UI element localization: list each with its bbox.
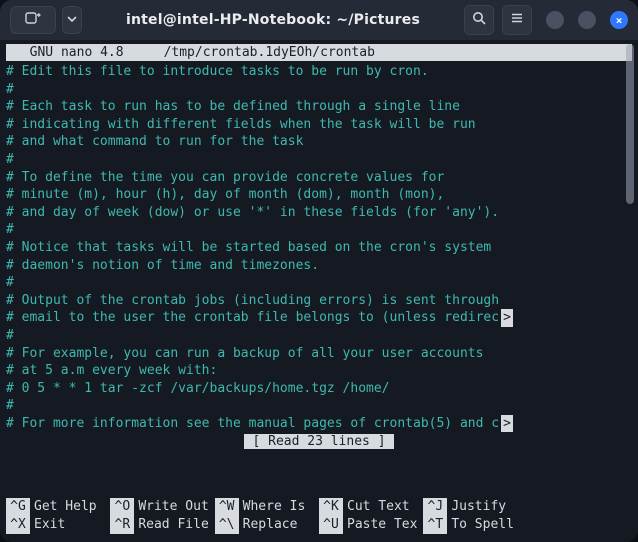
editor-line: # daemon's notion of time and timezones. bbox=[6, 257, 632, 275]
nano-file-path: /tmp/crontab.1dyEOh/crontab bbox=[164, 45, 375, 60]
line-truncation-indicator: > bbox=[501, 309, 513, 327]
shortcut-label: Write Out bbox=[138, 498, 208, 516]
search-button[interactable] bbox=[464, 5, 494, 35]
editor-line: # bbox=[6, 397, 632, 415]
editor-line: # Notice that tasks will be started base… bbox=[6, 239, 632, 257]
shortcut-item: ^OWrite Out bbox=[110, 498, 214, 516]
titlebar-left-controls bbox=[10, 6, 82, 34]
shortcut-label: Exit bbox=[34, 516, 65, 534]
shortcut-key: ^O bbox=[110, 498, 134, 516]
close-icon: × bbox=[616, 14, 623, 27]
close-button[interactable]: × bbox=[610, 11, 628, 29]
shortcut-key: ^R bbox=[110, 516, 134, 534]
nano-app-label: GNU nano 4.8 bbox=[8, 45, 164, 60]
new-tab-button[interactable] bbox=[10, 6, 56, 34]
editor-line: # and day of week (dow) or use '*' in th… bbox=[6, 204, 632, 222]
shortcut-key: ^G bbox=[6, 498, 30, 516]
shortcut-label: Get Help bbox=[34, 498, 97, 516]
shortcut-item: ^KCut Text bbox=[319, 498, 423, 516]
shortcut-key: ^W bbox=[215, 498, 239, 516]
hamburger-menu-button[interactable] bbox=[502, 5, 532, 35]
shortcut-label: Where Is bbox=[243, 498, 306, 516]
terminal-window: intel@intel-HP-Notebook: ~/Pictures × GN… bbox=[0, 0, 638, 542]
shortcut-key: ^J bbox=[423, 498, 447, 516]
editor-line: # Output of the crontab jobs (including … bbox=[6, 292, 632, 310]
window-title: intel@intel-HP-Notebook: ~/Pictures bbox=[90, 12, 456, 28]
shortcut-label: Replace bbox=[243, 516, 298, 534]
terminal-viewport[interactable]: GNU nano 4.8 /tmp/crontab.1dyEOh/crontab… bbox=[0, 40, 638, 542]
editor-line: # bbox=[6, 151, 632, 169]
nano-status-line: [ Read 23 lines ] bbox=[6, 434, 632, 449]
shortcut-key: ^X bbox=[6, 516, 30, 534]
maximize-button[interactable] bbox=[578, 11, 596, 29]
editor-line: # For example, you can run a backup of a… bbox=[6, 345, 632, 363]
editor-line: # and what command to run for the task bbox=[6, 133, 632, 151]
editor-line: # 0 5 * * 1 tar -zcf /var/backups/home.t… bbox=[6, 380, 632, 398]
editor-buffer[interactable]: # Edit this file to introduce tasks to b… bbox=[6, 63, 632, 432]
nano-title-bar: GNU nano 4.8 /tmp/crontab.1dyEOh/crontab bbox=[6, 44, 632, 61]
titlebar-right-controls: × bbox=[464, 5, 628, 35]
shortcut-item: ^JJustify bbox=[423, 498, 527, 516]
editor-line: # Edit this file to introduce tasks to b… bbox=[6, 63, 632, 81]
shortcut-key: ^\ bbox=[215, 516, 239, 534]
shortcut-item bbox=[528, 516, 632, 534]
nano-status-message: [ Read 23 lines ] bbox=[244, 434, 393, 449]
scrollbar-thumb[interactable] bbox=[626, 44, 634, 204]
editor-line: # bbox=[6, 274, 632, 292]
editor-line: # bbox=[6, 327, 632, 345]
titlebar: intel@intel-HP-Notebook: ~/Pictures × bbox=[0, 0, 638, 41]
hamburger-icon bbox=[510, 11, 524, 29]
editor-line: # indicating with different fields when … bbox=[6, 116, 632, 134]
shortcut-key: ^K bbox=[319, 498, 343, 516]
shortcut-label: Justify bbox=[451, 498, 506, 516]
editor-line: # bbox=[6, 81, 632, 99]
shortcut-key: ^T bbox=[423, 516, 447, 534]
shortcut-label: Read File bbox=[138, 516, 208, 534]
editor-line: # Each task to run has to be defined thr… bbox=[6, 98, 632, 116]
shortcut-item: ^WWhere Is bbox=[215, 498, 319, 516]
new-tab-dropdown[interactable] bbox=[62, 6, 82, 34]
shortcut-item: ^UPaste Tex bbox=[319, 516, 423, 534]
editor-line: # at 5 a.m every week with: bbox=[6, 362, 632, 380]
shortcut-item: ^\Replace bbox=[215, 516, 319, 534]
line-truncation-indicator: > bbox=[501, 415, 513, 433]
editor-line: # bbox=[6, 221, 632, 239]
editor-line: # email to the user the crontab file bel… bbox=[6, 309, 632, 327]
shortcut-key: ^U bbox=[319, 516, 343, 534]
shortcut-row-2: ^XExit^RRead File^\Replace^UPaste Tex^TT… bbox=[6, 516, 632, 534]
shortcut-row-1: ^GGet Help^OWrite Out^WWhere Is^KCut Tex… bbox=[6, 498, 632, 516]
editor-line: # For more information see the manual pa… bbox=[6, 415, 632, 433]
search-icon bbox=[472, 11, 486, 29]
shortcut-label: Paste Tex bbox=[347, 516, 417, 534]
editor-line: # minute (m), hour (h), day of month (do… bbox=[6, 186, 632, 204]
shortcut-label: To Spell bbox=[451, 516, 514, 534]
editor-line: # To define the time you can provide con… bbox=[6, 169, 632, 187]
shortcut-label: Cut Text bbox=[347, 498, 410, 516]
shortcut-item bbox=[528, 498, 632, 516]
shortcut-item: ^RRead File bbox=[110, 516, 214, 534]
new-tab-icon bbox=[25, 11, 41, 29]
shortcut-item: ^GGet Help bbox=[6, 498, 110, 516]
shortcut-item: ^TTo Spell bbox=[423, 516, 527, 534]
shortcut-item: ^XExit bbox=[6, 516, 110, 534]
nano-shortcut-bar: ^GGet Help^OWrite Out^WWhere Is^KCut Tex… bbox=[6, 498, 632, 534]
chevron-down-icon bbox=[67, 13, 77, 28]
minimize-button[interactable] bbox=[546, 11, 564, 29]
